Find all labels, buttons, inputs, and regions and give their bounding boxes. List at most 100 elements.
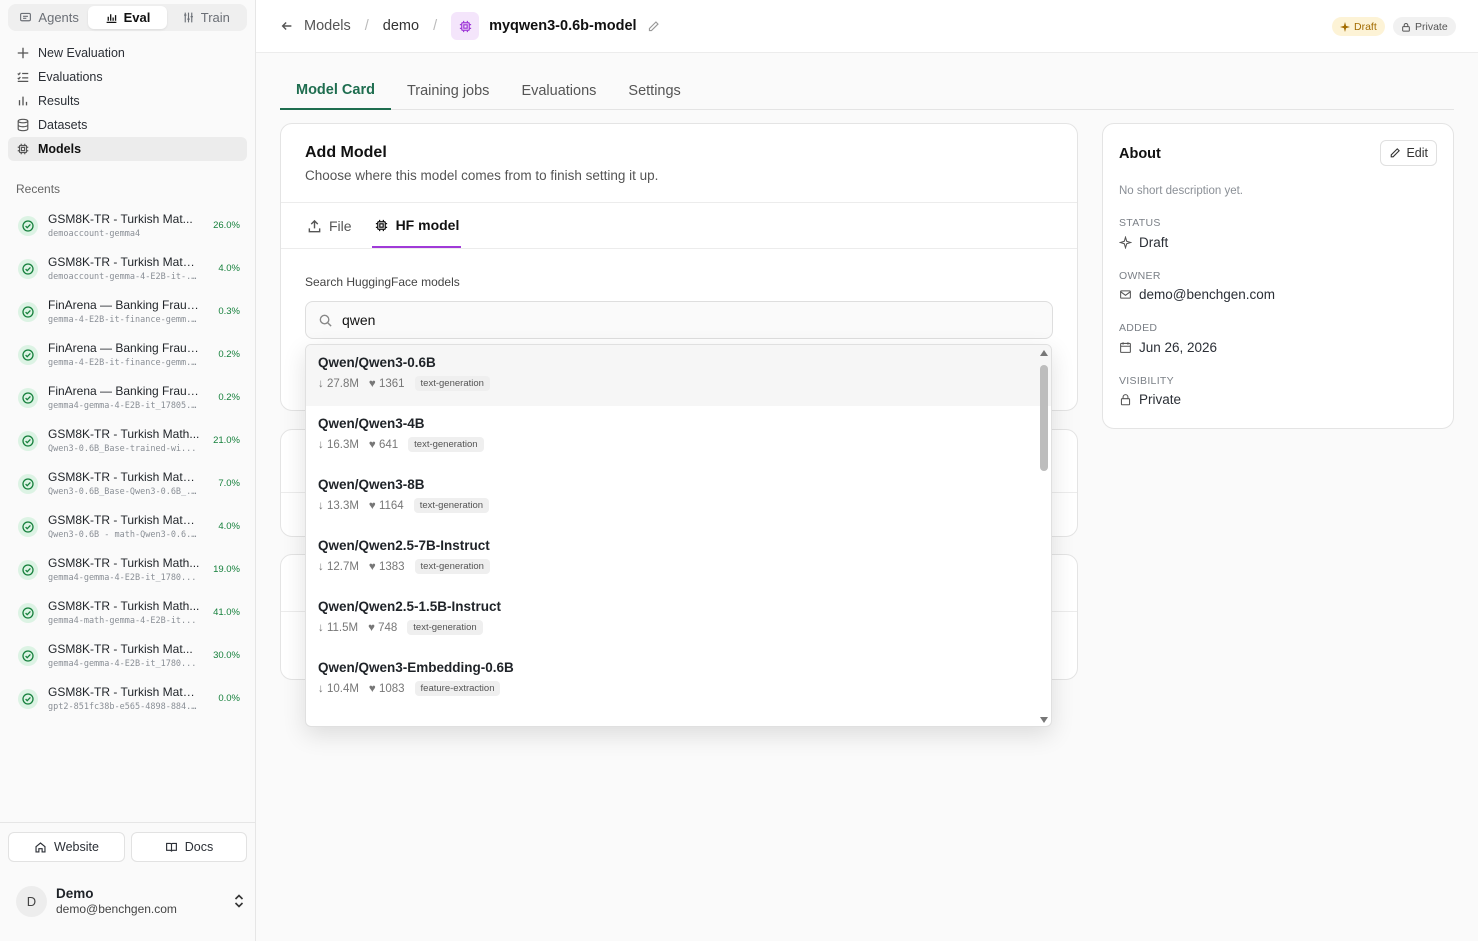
recent-subtitle: Qwen3-0.6B - math-Qwen3-0.6... (48, 530, 200, 540)
tab-model-card[interactable]: Model Card (280, 72, 391, 110)
pipeline-tag: text-generation (414, 376, 490, 391)
sidebar-item-datasets[interactable]: Datasets (8, 113, 247, 137)
tab-settings[interactable]: Settings (612, 72, 696, 110)
user-menu[interactable]: D Demo demo@benchgen.com (16, 884, 246, 918)
result-option[interactable]: Qwen/Qwen3-4B ↓ 16.3M ♥ 641 text-generation (306, 406, 1051, 467)
segment-label: Train (200, 10, 230, 25)
downloads-stat: ↓ 12.7M (318, 561, 359, 573)
result-option[interactable]: Qwen/Qwen2.5-1.5B-Instruct ↓ 11.5M ♥ 748 te… (306, 589, 1051, 650)
breadcrumb-separator: / (433, 18, 438, 34)
source-tab-file[interactable]: File (305, 204, 354, 248)
result-option-partial[interactable] (306, 711, 1051, 726)
recent-score: 4.0% (218, 521, 240, 532)
recent-subtitle: gemma4-gemma-4-E2B-it_17805... (48, 401, 200, 411)
recent-item[interactable]: GSM8K-TR - Turkish Math... gemma4-math-ge… (12, 591, 246, 634)
heart-icon: ♥ (368, 560, 376, 573)
result-option[interactable]: Qwen/Qwen3-8B ↓ 13.3M ♥ 1164 text-generatio… (306, 467, 1051, 528)
result-option[interactable]: Qwen/Qwen3-0.6B ↓ 27.8M ♥ 1361 text-generat… (306, 345, 1051, 406)
chip-icon (375, 219, 387, 231)
result-option[interactable]: Qwen/Qwen3-Embedding-0.6B ↓ 10.4M ♥ 1083 fe… (306, 650, 1051, 711)
user-info: Demo demo@benchgen.com (56, 886, 177, 916)
downloads-stat: ↓ 13.3M (318, 500, 359, 512)
recent-subtitle: Qwen3-0.6B_Base-Qwen3-0.6B_... (48, 487, 200, 497)
recent-text: GSM8K-TR - Turkish Math ... demoaccount-g… (48, 255, 200, 282)
user-email: demo@benchgen.com (56, 902, 177, 916)
scroll-thumb[interactable] (1040, 365, 1048, 471)
pipeline-tag: text-generation (413, 498, 490, 513)
result-name: Qwen/Qwen3-0.6B (318, 355, 436, 370)
sidebar-item-results[interactable]: Results (8, 89, 247, 113)
recent-item[interactable]: GSM8K-TR - Turkish Math... Qwen3-0.6B_Bas… (12, 419, 246, 462)
sidebar-item-models[interactable]: Models (8, 137, 247, 161)
recent-score: 19.0% (213, 564, 240, 575)
segment-eval[interactable]: Eval (88, 6, 167, 29)
download-arrow-icon: ↓ (318, 621, 324, 634)
dropdown-scrollbar[interactable] (1037, 345, 1051, 726)
sidebar-item-label: Evaluations (38, 70, 103, 84)
pipeline-tag: text-generation (414, 559, 490, 574)
pencil-icon[interactable] (647, 20, 660, 33)
breadcrumb-separator: / (364, 18, 369, 34)
recent-title: FinArena — Banking Fraud... (48, 341, 200, 355)
sidebar-item-new-evaluation[interactable]: New Evaluation (8, 41, 247, 65)
segment-train[interactable]: Train (167, 6, 245, 29)
recent-subtitle: gpt2-851fc38b-e565-4898-884... (48, 702, 200, 712)
list-check-icon (17, 72, 29, 82)
breadcrumb-demo[interactable]: demo (383, 18, 419, 34)
likes-stat: ♥ 748 (368, 622, 397, 634)
chip-icon (17, 143, 29, 155)
search-results-dropdown: Qwen/Qwen3-0.6B ↓ 27.8M ♥ 1361 text-generat… (305, 344, 1052, 727)
recent-item[interactable]: GSM8K-TR - Turkish Math ... demoaccount-g… (12, 247, 246, 290)
likes-stat: ♥ 1383 (369, 561, 405, 573)
chip-icon (459, 20, 471, 32)
recent-item[interactable]: GSM8K-TR - Turkish Mat... demoaccount-gem… (12, 204, 246, 247)
search-input[interactable] (342, 312, 1022, 328)
search-field[interactable] (305, 301, 1053, 339)
recent-score: 30.0% (213, 650, 240, 661)
likes-stat: ♥ 641 (369, 439, 398, 451)
recent-item[interactable]: GSM8K-TR - Turkish Math... gemma4-gemma-4… (12, 548, 246, 591)
recent-item[interactable]: FinArena — Banking Fraud... gemma4-gemma-… (12, 376, 246, 419)
download-arrow-icon: ↓ (318, 560, 324, 573)
recent-item[interactable]: GSM8K-TR - Turkish Math ... Qwen3-0.6B - … (12, 505, 246, 548)
source-tab-hf-model[interactable]: HF model (371, 204, 462, 248)
sidebar: Agents Eval Train New Evaluation Evaluat… (0, 0, 256, 941)
recent-item[interactable]: GSM8K-TR - Turkish Math ... Qwen3-0.6B_Ba… (12, 462, 246, 505)
download-arrow-icon: ↓ (318, 682, 324, 695)
added-text: Jun 26, 2026 (1139, 340, 1218, 355)
downloads-count: 13.3M (326, 499, 359, 512)
segment-agents[interactable]: Agents (10, 6, 88, 29)
tab-evaluations[interactable]: Evaluations (505, 72, 612, 110)
scroll-down-arrow-icon[interactable] (1040, 717, 1048, 723)
arrow-left-icon[interactable] (280, 19, 294, 33)
check-circle-icon (18, 387, 38, 408)
recent-text: GSM8K-TR - Turkish Mat... demoaccount-gem… (48, 212, 200, 239)
sidebar-item-evaluations[interactable]: Evaluations (8, 65, 247, 89)
recent-item[interactable]: GSM8K-TR - Turkish Math ... gpt2-851fc38b… (12, 677, 246, 720)
breadcrumb-models[interactable]: Models (304, 18, 351, 34)
added-value: Jun 26, 2026 (1119, 340, 1217, 355)
sidebar-item-label: Datasets (38, 118, 88, 132)
result-option[interactable]: Qwen/Qwen2.5-7B-Instruct ↓ 12.7M ♥ 1383 tex… (306, 528, 1051, 589)
status-label: STATUS (1119, 217, 1161, 229)
scroll-up-arrow-icon[interactable] (1040, 350, 1048, 356)
recent-item[interactable]: FinArena — Banking Fraud... gemma-4-E2B-i… (12, 333, 246, 376)
owner-value: demo@benchgen.com (1119, 287, 1275, 302)
result-meta: ↓ 12.7M ♥ 1383 text-generation (318, 559, 1039, 574)
sparkle-icon (1119, 236, 1132, 249)
recent-score: 7.0% (218, 478, 240, 489)
tab-training-jobs[interactable]: Training jobs (391, 72, 505, 110)
recent-title: FinArena — Banking Fraud... (48, 384, 200, 398)
recent-item[interactable]: FinArena — Banking Fraud... gemma-4-E2B-i… (12, 290, 246, 333)
downloads-stat: ↓ 16.3M (318, 439, 359, 451)
sidebar-item-label: New Evaluation (38, 46, 125, 60)
edit-button[interactable]: Edit (1380, 140, 1437, 166)
website-button[interactable]: Website (8, 832, 125, 862)
card-subtitle: Choose where this model comes from to fi… (305, 168, 659, 183)
segment-label: Agents (38, 10, 79, 25)
recent-item[interactable]: GSM8K-TR - Turkish Mat... gemma4-gemma-4-… (12, 634, 246, 677)
likes-stat: ♥ 1164 (369, 500, 404, 512)
check-circle-icon (18, 559, 38, 580)
docs-button[interactable]: Docs (131, 832, 247, 862)
source-tab-label: HF model (395, 217, 460, 233)
